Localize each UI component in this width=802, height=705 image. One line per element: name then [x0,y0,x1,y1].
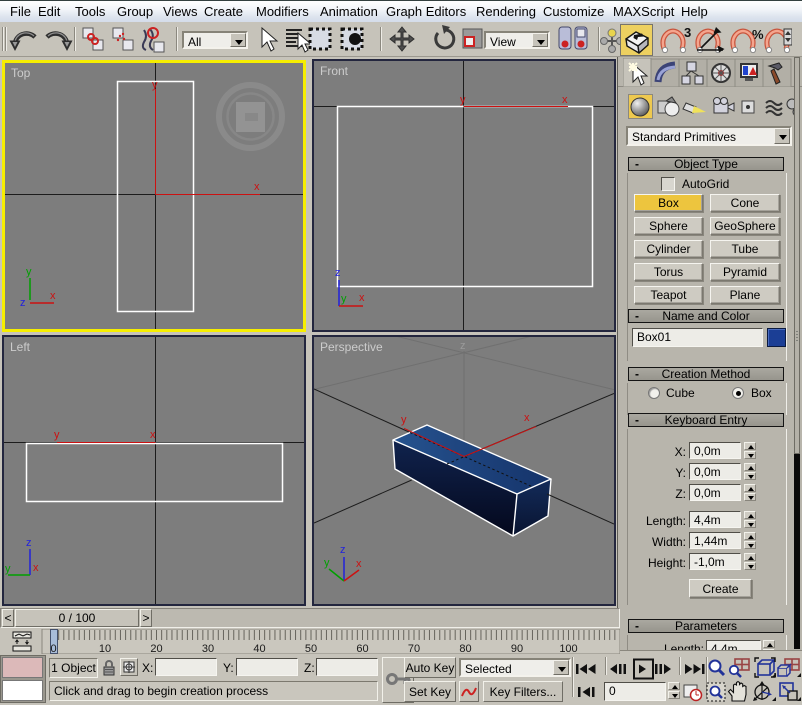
svg-text:y: y [152,79,158,91]
svg-text:%: % [752,27,764,42]
svg-text:x: x [254,181,260,193]
svg-text:y: y [5,563,11,575]
svg-text:90: 90 [511,643,523,654]
svg-text:z: z [460,340,466,352]
svg-text:z: z [20,297,26,309]
svg-text:x: x [150,429,156,441]
svg-text:y: y [26,266,32,278]
svg-text:x: x [50,290,56,302]
svg-text:80: 80 [459,643,471,654]
svg-text:30: 30 [202,643,214,654]
svg-text:x: x [359,292,365,304]
svg-text:3: 3 [684,25,691,40]
svg-text:y: y [401,414,407,426]
svg-text:10: 10 [99,643,111,654]
svg-text:50: 50 [305,643,317,654]
svg-text:70: 70 [408,643,420,654]
svg-text:20: 20 [150,643,162,654]
svg-text:x: x [562,94,568,106]
svg-text:z: z [26,537,32,549]
svg-text:x: x [524,412,530,424]
svg-text:z: z [335,267,341,279]
svg-text:x: x [356,558,362,570]
svg-text:100: 100 [559,643,577,654]
svg-text:x: x [33,562,39,574]
svg-text:y: y [54,429,60,441]
svg-text:y: y [341,293,347,305]
svg-text:z: z [340,544,346,556]
svg-text:y: y [324,557,330,569]
svg-text:60: 60 [356,643,368,654]
svg-text:0: 0 [50,643,56,654]
svg-text:40: 40 [253,643,265,654]
svg-text:y: y [460,94,466,106]
